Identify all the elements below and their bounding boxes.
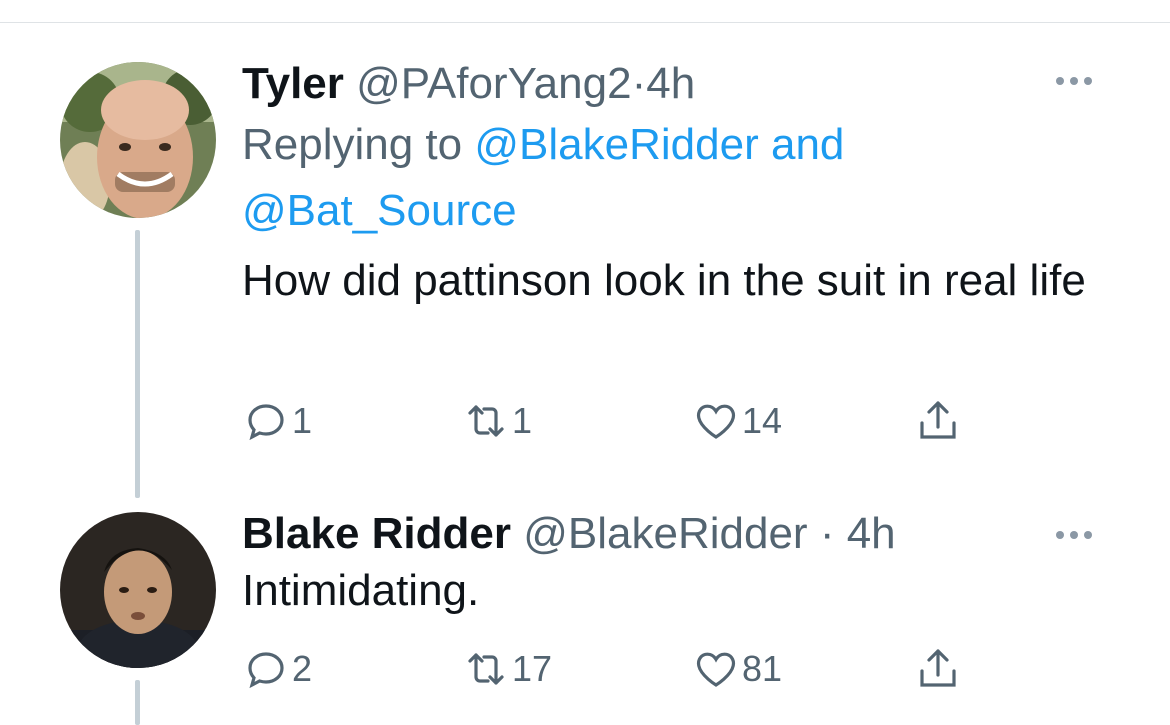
like-count: 81	[742, 648, 783, 689]
like-button[interactable]: 81	[692, 644, 782, 694]
tweet-text: Intimidating.	[242, 566, 480, 615]
timestamp[interactable]: 4h	[847, 509, 896, 558]
retweet-count: 17	[512, 648, 553, 689]
mention-link[interactable]: @BlakeRidder	[474, 120, 758, 169]
like-count: 14	[742, 400, 783, 441]
heart-icon	[696, 404, 736, 439]
retweet-button[interactable]: 17	[462, 644, 552, 694]
tweet-text: How did pattinson look in the suit in re…	[242, 256, 1086, 305]
replying-to: Replying to @BlakeRidder and @Bat_Source	[242, 112, 1122, 244]
author-handle[interactable]: @BlakeRidder	[523, 509, 807, 558]
share-button[interactable]	[914, 644, 962, 694]
more-horizontal-icon	[1084, 531, 1092, 539]
tweet-1-header: Tyler @PAforYang2·4h	[242, 56, 1122, 112]
mention-joiner[interactable]: and	[771, 120, 844, 169]
tweet-1-content: Tyler @PAforYang2·4h Replying to @BlakeR…	[242, 56, 1122, 310]
more-horizontal-icon	[1056, 531, 1064, 539]
mention-link[interactable]: @Bat_Source	[242, 186, 517, 235]
reply-button[interactable]: 2	[242, 644, 312, 694]
timestamp[interactable]: 4h	[646, 59, 695, 108]
avatar-tyler[interactable]	[60, 62, 216, 218]
reply-bubble-icon	[248, 404, 284, 441]
more-horizontal-icon	[1084, 77, 1092, 85]
share-upload-icon	[920, 401, 956, 439]
reply-bubble-icon	[248, 652, 284, 689]
avatar-blake-ridder-image	[60, 512, 216, 668]
more-horizontal-icon	[1070, 77, 1078, 85]
replying-to-label: Replying to	[242, 120, 463, 169]
reply-count: 2	[292, 648, 313, 689]
reply-count: 1	[292, 400, 313, 441]
avatar-blake-ridder[interactable]	[60, 512, 216, 668]
tweet-2-header: Blake Ridder @BlakeRidder · 4h	[242, 506, 1122, 562]
share-upload-icon	[920, 649, 956, 687]
more-horizontal-icon	[1070, 531, 1078, 539]
more-button[interactable]	[1056, 526, 1106, 546]
tweet-1-actions: 1 1 14	[242, 396, 1002, 446]
tweet-2-content: Blake Ridder @BlakeRidder · 4h Intimidat…	[242, 506, 1122, 620]
thread-line	[135, 680, 140, 725]
author-handle[interactable]: @PAforYang2	[356, 59, 631, 108]
share-button[interactable]	[914, 396, 962, 446]
author-name[interactable]: Blake Ridder	[242, 509, 511, 558]
reply-button[interactable]: 1	[242, 396, 312, 446]
author-name[interactable]: Tyler	[242, 59, 344, 108]
tweet-2-actions: 2 17 81	[242, 644, 1002, 694]
retweet-count: 1	[512, 400, 533, 441]
more-horizontal-icon	[1056, 77, 1064, 85]
heart-icon	[696, 652, 736, 687]
more-button[interactable]	[1056, 72, 1106, 92]
like-button[interactable]: 14	[692, 396, 782, 446]
retweet-button[interactable]: 1	[462, 396, 532, 446]
retweet-arrows-icon	[468, 405, 504, 437]
separator-dot: ·	[631, 59, 647, 108]
separator-dot: ·	[819, 509, 835, 558]
top-divider	[0, 22, 1170, 23]
thread-line	[135, 230, 140, 498]
avatar-tyler-image	[60, 62, 216, 218]
retweet-arrows-icon	[468, 653, 504, 685]
